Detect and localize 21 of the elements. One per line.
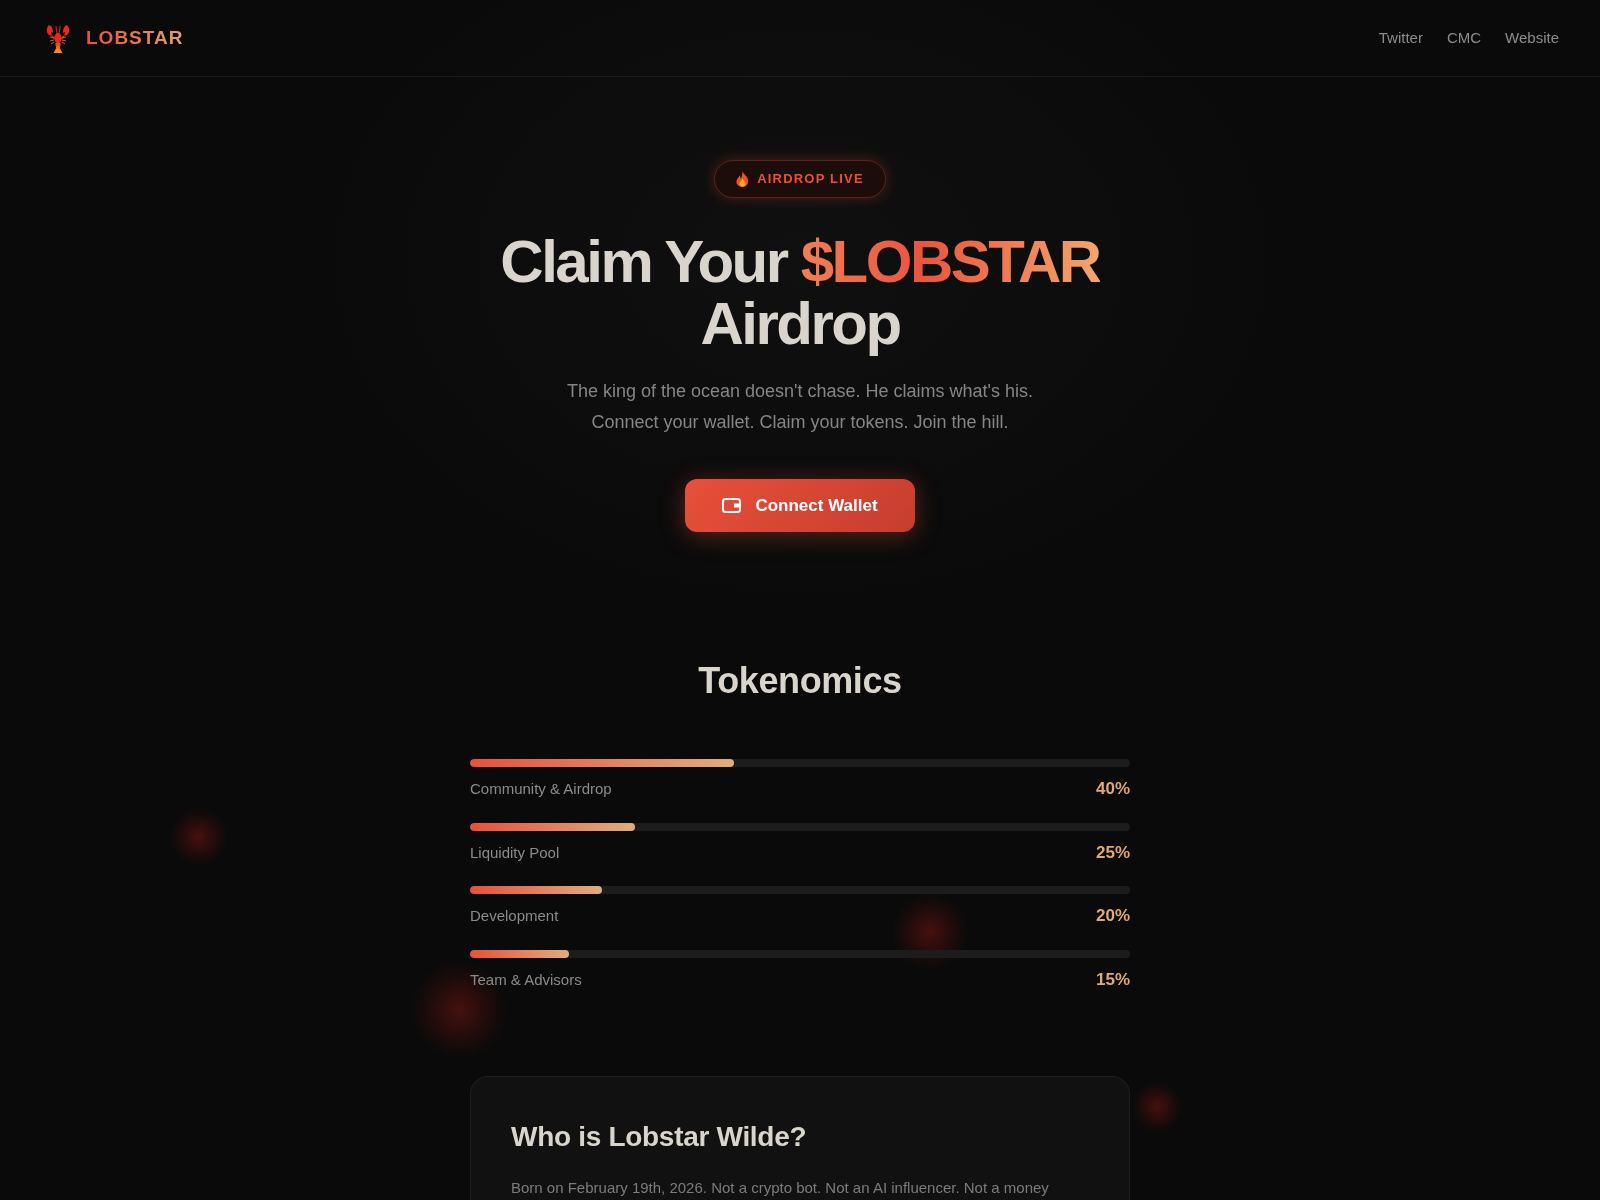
- nav-link[interactable]: CMC: [1446, 28, 1482, 48]
- card-text: Born on February 19th, 2026. Not a crypto bot. Not an AI influencer. Not a money: [511, 1177, 1050, 1198]
- allocation-label: Liquidity Pool: [470, 842, 560, 863]
- allocation-percent: 25%: [1095, 842, 1130, 863]
- allocation-label: Team & Advisors: [470, 969, 582, 990]
- allocation-percent: 15%: [1095, 969, 1130, 990]
- flame-icon: [736, 171, 750, 187]
- allocation-percent: 40%: [1095, 779, 1130, 799]
- card-heading: Who is Lobstar Wilde?: [511, 1119, 808, 1154]
- section-heading: Tokenomics: [697, 659, 903, 703]
- wallet-icon: [722, 498, 742, 513]
- lobster-icon: [45, 22, 71, 54]
- nav-link[interactable]: Twitter: [1378, 28, 1423, 48]
- hero-subtitle: The king of the ocean doesn't chase. He claims what's his. Connect your wallet. Claim your tokens. Join the hill.: [566, 380, 1034, 434]
- badge-label: AIRDROP LIVE: [757, 171, 864, 187]
- nav-link[interactable]: Website: [1505, 28, 1559, 48]
- connect-wallet-button[interactable]: Connect Wallet: [685, 479, 915, 532]
- allocation-label: Development: [470, 906, 559, 926]
- allocation-label: Community & Airdrop: [470, 779, 612, 799]
- allocation-percent: 20%: [1095, 906, 1130, 926]
- hero-heading: Claim Your $LOBSTAR Airdrop: [500, 231, 1100, 355]
